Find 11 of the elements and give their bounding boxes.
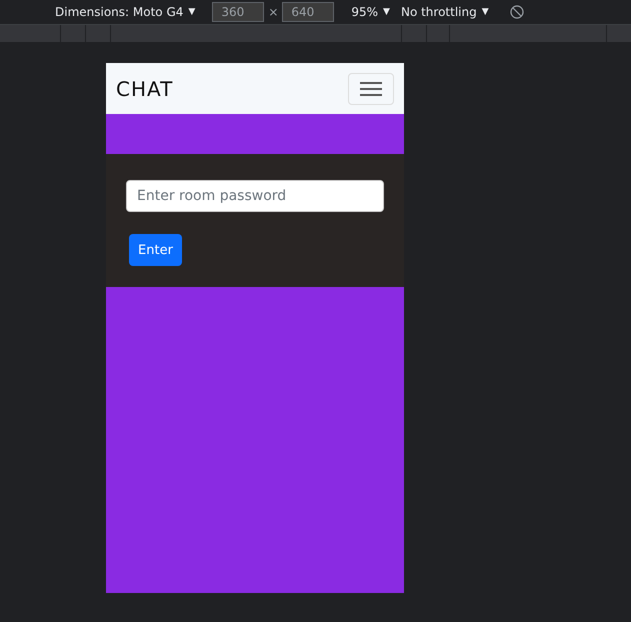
times-sign: ×: [268, 5, 278, 19]
menu-button[interactable]: [348, 72, 394, 104]
password-field[interactable]: Enter room password: [126, 180, 384, 212]
brand-logo[interactable]: CHAT: [116, 76, 174, 100]
menu-icon: [360, 80, 382, 96]
device-dropdown[interactable]: Dimensions: Moto G4 ▼: [55, 5, 196, 19]
width-field[interactable]: 360: [212, 2, 264, 22]
throttling-dropdown[interactable]: No throttling ▼: [400, 5, 489, 19]
enter-button[interactable]: Enter: [129, 234, 182, 266]
height-field[interactable]: 640: [282, 2, 334, 22]
zoom-dropdown[interactable]: 95% ▼: [351, 5, 390, 19]
